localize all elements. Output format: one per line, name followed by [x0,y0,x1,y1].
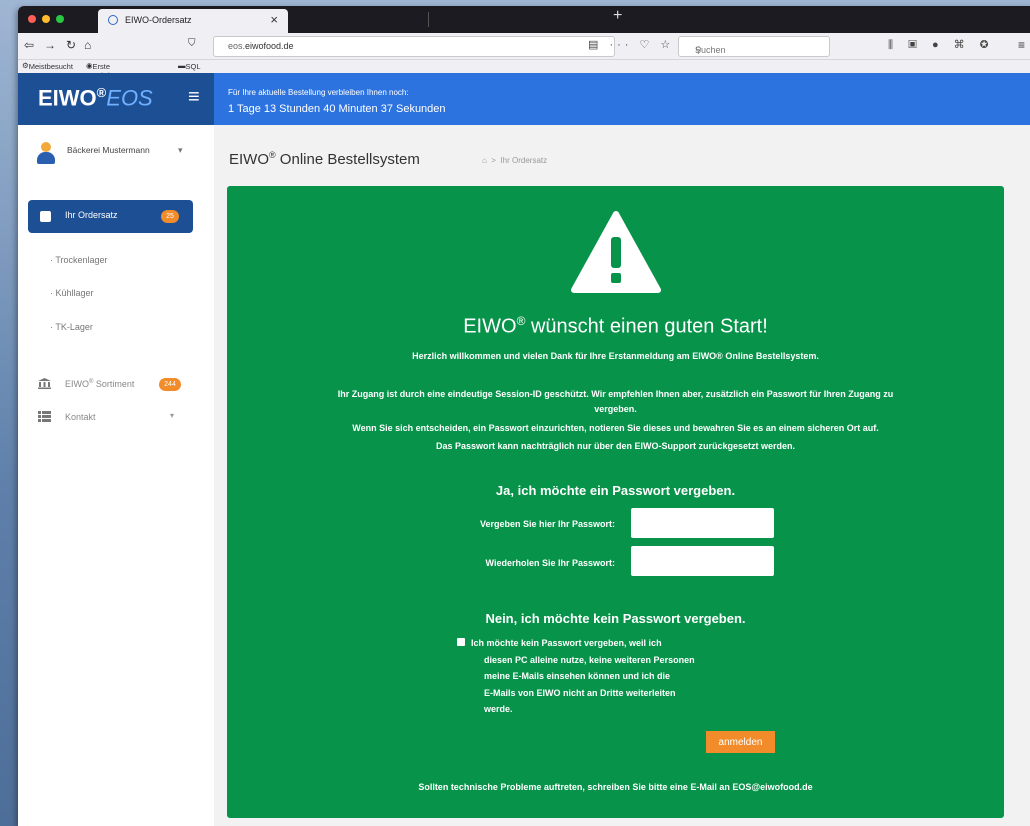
bookmark-sql[interactable]: ▬ SQL [178,61,201,71]
tab-title: EIWO-Ordersatz [125,15,192,25]
address-bar[interactable]: eos.eiwofood.de [213,36,615,57]
menu-icon[interactable]: ≡ [1018,38,1025,52]
close-window-button[interactable] [28,15,36,23]
welcome-heading: EIWO® wünscht einen guten Start! [463,314,768,338]
info-text-line: Wenn Sie sich entscheiden, ein Passwort … [352,423,879,433]
password-yes-heading: Ja, ich möchte ein Passwort vergeben. [495,483,736,498]
ordersatz-count-badge: 25 [161,210,179,223]
tab-close-icon[interactable]: × [270,12,278,27]
timer-label: Für Ihre aktuelle Bestellung verbleiben … [228,88,409,97]
no-password-checkbox[interactable] [457,638,465,646]
institution-icon [38,378,51,389]
search-input[interactable]: ⚲ Suchen [678,36,830,57]
info-text-line: vergeben. [594,404,637,414]
list-icon [38,411,51,422]
sidebar-item-sortiment[interactable]: EIWO® Sortiment 244 [38,378,198,392]
new-tab-button[interactable]: + [613,7,622,25]
timer-value: 1 Tage 13 Stunden 40 Minuten 37 Sekunden [228,103,446,115]
sidebar-item-label: Kontakt [65,412,96,422]
chevron-down-icon: ▾ [178,145,183,155]
order-timer-banner: Für Ihre aktuelle Bestellung verbleiben … [214,73,1030,125]
eiwo-eos-logo[interactable]: EIWO®EOS [38,85,153,111]
minimize-window-button[interactable] [42,15,50,23]
logo-area: EIWO®EOS ≡ [18,73,214,125]
welcome-text: Herzlich willkommen und vielen Dank für … [412,351,819,361]
app-header: EIWO®EOS ≡ Für Ihre aktuelle Bestellung … [18,73,1030,125]
search-placeholder: Suchen [695,45,726,55]
tab-eiwo-ordersatz[interactable]: EIWO-Ordersatz × [98,9,288,33]
tab-divider [428,12,429,27]
browser-window: EIWO-Ordersatz × + ⇦ → ↻ ⌂ ⛉ eos.eiwofoo… [18,6,1030,826]
hamburger-menu-icon[interactable]: ≡ [188,86,200,109]
anmelden-button[interactable]: anmelden [706,731,775,753]
sidebar-item-kuehllager[interactable]: · Kühllager [50,288,94,298]
avatar [36,142,56,164]
chevron-down-icon: ▾ [170,411,175,420]
navigation-bar: ⇦ → ↻ ⌂ ⛉ eos.eiwofood.de ▤ ··· ♡ ☆ ⚲ Su… [18,33,1030,60]
shield-icon[interactable]: ⛉ [188,38,196,49]
home-icon[interactable]: ⌂ [84,38,91,52]
bookmark-erste-schritte[interactable]: ◉ Erste Schritte [86,61,118,80]
edit-icon [40,211,51,222]
info-text-line: Ihr Zugang ist durch eine eindeutige Ses… [337,389,894,399]
main-content: EIWO® Online Bestellsystem ⌂ > Ihr Order… [214,125,1030,826]
bookmark-meistbesucht[interactable]: ⚙ Meistbesucht [22,61,73,71]
sidebar-item-label: EIWO® Sortiment [65,379,135,389]
password-label: Vergeben Sie hier Ihr Passwort: [479,519,615,529]
info-text-line: Das Passwort kann nachträglich nur über … [435,441,796,451]
page-title: EIWO® Online Bestellsystem [229,150,420,168]
breadcrumb-current: Ihr Ordersatz [500,156,548,165]
sidebar-item-ordersatz[interactable]: Ihr Ordersatz 25 [28,200,193,233]
page-actions-icons[interactable]: ▤ ··· ♡ ☆ [588,38,674,51]
sidebar-item-kontakt[interactable]: Kontakt ▾ [38,411,198,425]
breadcrumb: ⌂ > Ihr Ordersatz [482,156,547,165]
sidebar-item-tk-lager[interactable]: · TK-Lager [50,322,93,332]
zoom-window-button[interactable] [56,15,64,23]
back-icon[interactable]: ⇦ [24,38,34,52]
breadcrumb-separator-icon: > [489,156,499,165]
password-input[interactable] [631,508,774,538]
user-name: Bäckerei Mustermann [67,145,150,155]
welcome-panel: EIWO® wünscht einen guten Start! Herzlic… [227,186,1004,818]
sidebar-item-trockenlager[interactable]: · Trockenlager [50,255,108,265]
password-no-heading: Nein, ich möchte kein Passwort vergeben. [485,611,746,626]
sortiment-count-badge: 244 [159,378,181,391]
repeat-password-label: Wiederholen Sie Ihr Passwort: [485,558,615,568]
home-icon[interactable]: ⌂ [482,156,487,165]
user-menu[interactable]: Bäckerei Mustermann ▾ [18,125,214,181]
bookmarks-bar: ⚙ Meistbesucht ◉ Erste Schritte ▬ SQL [18,60,1030,80]
support-footer-text: Sollten technische Probleme auftreten, s… [418,782,813,792]
repeat-password-input[interactable] [631,546,774,576]
forward-icon[interactable]: → [44,38,56,52]
sidebar-item-label: Ihr Ordersatz [65,210,118,220]
site-favicon-icon [108,15,118,25]
url-prefix: eos. [228,41,246,51]
no-password-text: Ich möchte kein Passwort vergeben, weil … [471,638,695,714]
tab-bar: EIWO-Ordersatz × + [18,6,1030,33]
warning-icon [571,211,661,293]
sidebar: Bäckerei Mustermann ▾ Ihr Ordersatz 25 ·… [18,125,215,826]
toolbar-icons[interactable]: ⫼ ▣ ● ⌘ ✪ [888,38,994,52]
reload-icon[interactable]: ↻ [66,38,76,52]
url-domain: eiwofood.de [245,41,294,51]
